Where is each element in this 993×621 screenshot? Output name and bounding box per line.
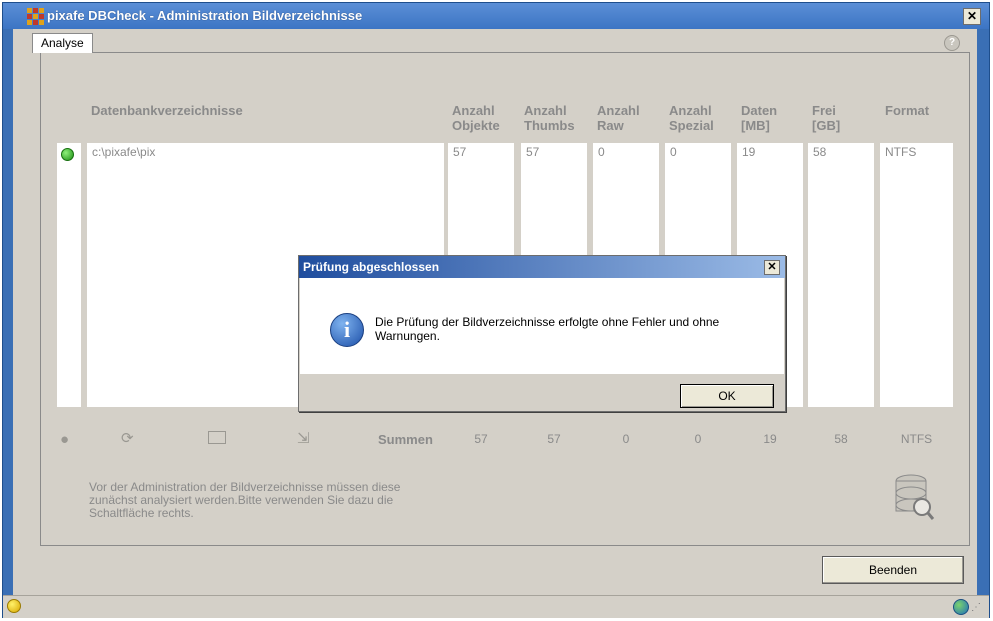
ok-button[interactable]: OK	[680, 384, 774, 408]
free-column: 58	[808, 143, 874, 407]
header-data: Daten [MB]	[741, 103, 778, 133]
objects-cell: 57	[453, 145, 467, 159]
beenden-button[interactable]: Beenden	[822, 556, 964, 584]
sum-thumbs: 57	[547, 432, 561, 446]
header-format: Format	[885, 103, 930, 118]
status-dot-icon[interactable]: ●	[60, 431, 69, 448]
message-dialog: Prüfung abgeschlossen ✕ i Die Prüfung de…	[298, 255, 786, 412]
special-cell: 0	[670, 145, 677, 159]
status-indicator-icon	[7, 599, 21, 613]
dialog-body: i Die Prüfung der Bildverzeichnisse erfo…	[300, 278, 784, 374]
info-icon: i	[330, 313, 364, 347]
sum-raw: 0	[622, 432, 630, 446]
sum-format: NTFS	[900, 432, 933, 446]
status-column	[57, 143, 81, 407]
header-raw: Anzahl Raw	[597, 103, 640, 133]
dir-path-cell[interactable]: c:\pixafe\pix	[87, 143, 444, 161]
summen-label: Summen	[378, 432, 433, 447]
window-title: pixafe DBCheck - Administration Bildverz…	[47, 8, 363, 23]
dialog-message: Die Prüfung der Bildverzeichnisse erfolg…	[375, 315, 720, 343]
resize-grip-icon[interactable]: ⋰	[971, 602, 981, 613]
refresh-icon[interactable]: ⟳	[121, 429, 134, 447]
raw-cell: 0	[598, 145, 605, 159]
header-objects: Anzahl Objekte	[452, 103, 500, 133]
header-thumbs: Anzahl Thumbs	[524, 103, 575, 133]
header-free: Frei [GB]	[812, 103, 841, 133]
thumbs-cell: 57	[526, 145, 540, 159]
status-bar: ⋰	[3, 595, 989, 618]
free-cell: 58	[813, 145, 827, 159]
dialog-close-button[interactable]: ✕	[764, 260, 780, 275]
globe-icon	[953, 599, 969, 615]
app-icon	[27, 8, 44, 25]
folder-icon[interactable]	[208, 431, 226, 444]
header-special: Anzahl Spezial	[669, 103, 714, 133]
export-icon[interactable]: ⇲	[297, 429, 310, 447]
analysis-note: Vor der Administration der Bildverzeichn…	[89, 480, 401, 520]
tab-analyse[interactable]: Analyse	[32, 33, 93, 53]
data-cell: 19	[742, 145, 756, 159]
header-dirs: Datenbankverzeichnisse	[91, 103, 243, 118]
database-search-icon[interactable]	[893, 471, 935, 523]
format-column: NTFS	[880, 143, 953, 407]
sum-objects: 57	[474, 432, 488, 446]
dialog-title-bar: Prüfung abgeschlossen ✕	[299, 256, 785, 278]
dialog-title: Prüfung abgeschlossen	[303, 260, 440, 274]
help-icon[interactable]: ?	[944, 35, 960, 51]
title-bar: pixafe DBCheck - Administration Bildverz…	[3, 3, 989, 29]
sum-data: 19	[763, 432, 777, 446]
sum-free: 58	[834, 432, 848, 446]
green-status-icon	[61, 148, 74, 161]
format-cell: NTFS	[885, 145, 917, 159]
sum-special: 0	[694, 432, 702, 446]
window-close-button[interactable]: ✕	[963, 8, 981, 25]
